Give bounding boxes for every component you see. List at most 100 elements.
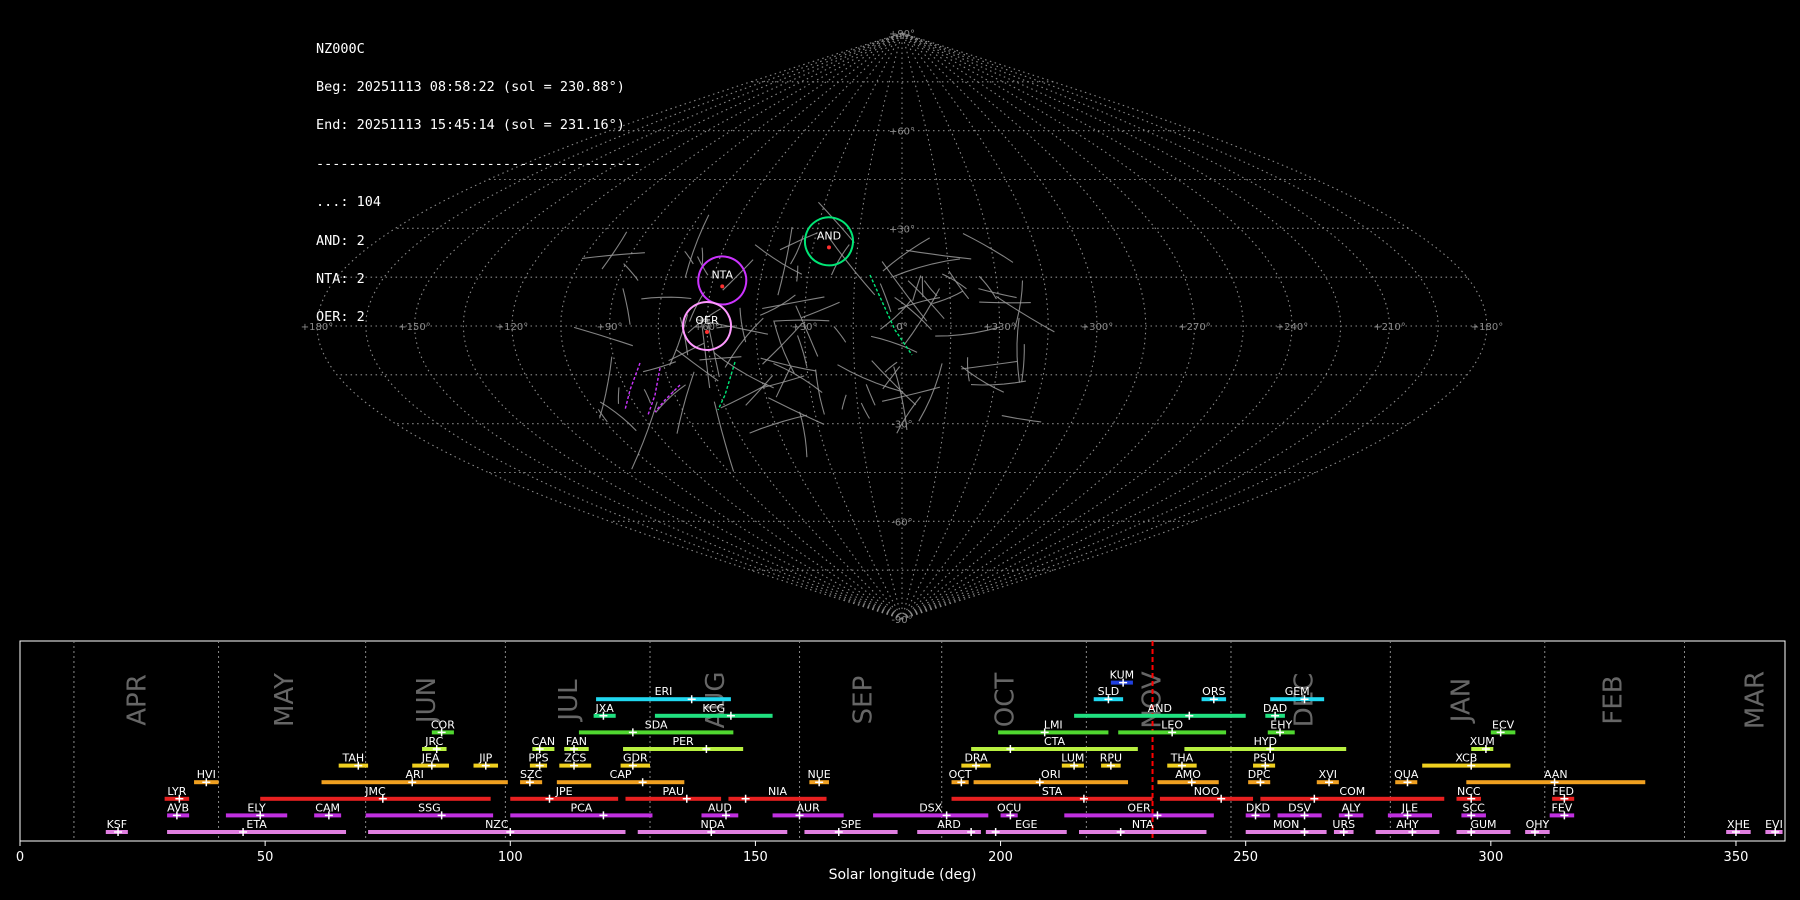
- shower-ksf: KSF: [105, 818, 128, 836]
- shower-label: XHE: [1727, 818, 1750, 831]
- meteor-track: [970, 380, 1026, 386]
- shower-rpu: RPU: [1100, 752, 1122, 770]
- meteor-track: [923, 280, 938, 297]
- month-label: JAN: [1446, 678, 1476, 724]
- shower-hvi: HVI: [194, 768, 219, 787]
- shower-label: ECV: [1492, 718, 1515, 731]
- shower-label: JPE: [555, 785, 573, 798]
- radiant-center: [720, 284, 725, 289]
- shower-label: FEV: [1552, 801, 1573, 814]
- shower-dpc: DPC: [1248, 768, 1271, 787]
- shower-label: SDA: [645, 718, 668, 731]
- lat-tick-label: -60°: [891, 517, 912, 528]
- meteor-track: [903, 288, 940, 346]
- meteor-track: [799, 411, 808, 458]
- shower-ocu: OCU: [997, 801, 1021, 820]
- shower-calendar: APRMAYJUNJULAUGSEPOCTNOVDECJANFEBMAR KSF…: [16, 640, 1786, 883]
- shower-label: JMC: [364, 785, 386, 798]
- shower-label: STA: [1042, 785, 1063, 798]
- shower-ohy: OHY: [1525, 818, 1550, 836]
- month-label: FEB: [1598, 675, 1628, 724]
- shower-label: SLD: [1098, 685, 1120, 698]
- shower-label: SSG: [418, 801, 441, 814]
- shower-dkd: DKD: [1245, 801, 1271, 820]
- shower-spe: SPE: [804, 818, 898, 836]
- shower-pau: PAU: [625, 785, 722, 803]
- shower-jpe: JPE: [510, 785, 619, 803]
- shower-label: FAN: [566, 735, 587, 748]
- meteor-track: [631, 401, 658, 470]
- shower-per: PER: [623, 735, 744, 753]
- radiant-label: NTA: [711, 268, 733, 281]
- shower-label: PER: [672, 735, 694, 748]
- shower-label: CAN: [532, 735, 555, 748]
- meteor-track: [684, 214, 710, 278]
- shower-jip: JIP: [473, 752, 499, 770]
- shower-jrc: JRC: [422, 735, 447, 753]
- shower-kum: KUM: [1110, 669, 1134, 687]
- shower-oer: OER: [1064, 801, 1214, 820]
- meteor-track: [978, 288, 1017, 299]
- shower-szc: SZC: [520, 768, 543, 787]
- shower-urs: URS: [1332, 818, 1355, 836]
- shower-label: JRC: [424, 735, 443, 748]
- shower-peak-marker: [687, 695, 696, 704]
- meteor-track: [865, 384, 876, 406]
- shower-fed: FED: [1552, 785, 1575, 803]
- shower-jle: JLE: [1387, 801, 1432, 820]
- shower-peak-marker: [1006, 745, 1015, 753]
- meteor-track: [622, 288, 631, 325]
- shower-label: JLE: [1401, 801, 1418, 814]
- meteor-track: [701, 247, 704, 265]
- meteor-track: [762, 296, 825, 310]
- shower-label: ERI: [655, 685, 673, 698]
- month-label: JUL: [554, 679, 584, 723]
- shower-xcb: XCB: [1422, 752, 1511, 770]
- meteor-track: [815, 369, 825, 415]
- shower-ssg: SSG: [365, 801, 494, 820]
- meteor-track: [760, 357, 817, 372]
- shower-label: DAD: [1263, 702, 1287, 715]
- shower-label: OHY: [1526, 818, 1550, 831]
- shower-nzc: NZC: [368, 818, 626, 836]
- shower-gdr: GDR: [620, 752, 651, 770]
- shower-ors: ORS: [1201, 685, 1227, 704]
- meteor-track: [796, 265, 799, 282]
- meteor-track: [641, 296, 692, 300]
- shower-label: PAU: [663, 785, 685, 798]
- month-label: SEP: [848, 676, 878, 725]
- lat-tick-label: +90°: [889, 29, 915, 40]
- shower-peak-marker: [702, 745, 711, 753]
- lat-tick-label: +30°: [889, 224, 915, 235]
- x-tick-label: 150: [743, 850, 768, 865]
- lon-tick-label: +30°: [791, 322, 817, 333]
- shower-noo: NOO: [1159, 785, 1254, 803]
- meteor-track: [830, 244, 850, 276]
- shower-label: EGE: [1015, 818, 1037, 831]
- meteor-track: [833, 326, 847, 343]
- shower-label: LMI: [1044, 718, 1063, 731]
- lon-tick-label: +180°: [301, 322, 333, 333]
- meridian: [803, 32, 903, 620]
- x-tick-label: 100: [498, 850, 523, 865]
- shower-nia: NIA: [728, 785, 827, 803]
- x-axis: 0 50 100 150 200 250 300 350 Solar longitude (de…: [16, 841, 1748, 883]
- shower-label: ZCS: [564, 752, 586, 765]
- shower-fev: FEV: [1549, 801, 1575, 820]
- shower-label: TAH: [342, 752, 365, 765]
- x-tick-label: 250: [1233, 850, 1258, 865]
- shower-ard: ARD: [917, 818, 981, 836]
- radiant-center: [826, 245, 831, 250]
- shower-can: CAN: [532, 735, 555, 753]
- shower-label: NIA: [768, 785, 787, 798]
- radiant-label: AND: [817, 229, 841, 242]
- meteor-track: [912, 275, 922, 301]
- meteor-track: [921, 276, 924, 298]
- shower-label: COR: [431, 718, 455, 731]
- shower-label: HYD: [1254, 735, 1277, 748]
- meteor-track: [676, 371, 695, 434]
- shower-member-track: [624, 362, 641, 411]
- month-label: MAR: [1741, 671, 1771, 729]
- shower-label: LEO: [1161, 718, 1183, 731]
- shower-label: ELY: [247, 801, 266, 814]
